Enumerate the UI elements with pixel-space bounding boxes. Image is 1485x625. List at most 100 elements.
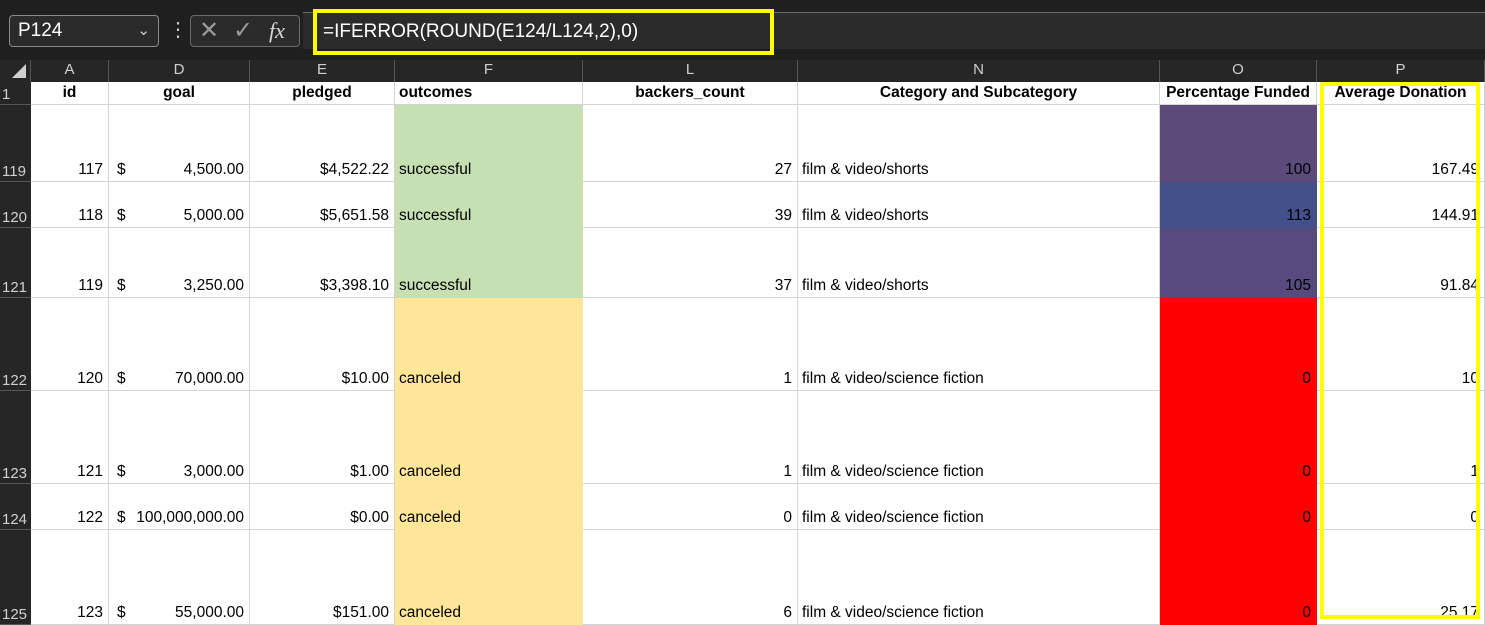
cell-goal[interactable]: $70,000.00 — [109, 298, 250, 391]
header-backers-count[interactable]: backers_count — [583, 82, 798, 105]
currency-symbol: $ — [117, 161, 126, 178]
cell-backers[interactable]: 27 — [583, 105, 798, 182]
cell-goal[interactable]: $3,000.00 — [109, 391, 250, 484]
cell-pledged[interactable]: $151.00 — [250, 530, 395, 625]
currency-symbol: $ — [117, 463, 126, 480]
cell-average-donation[interactable]: 25.17 — [1317, 530, 1485, 625]
cell-pledged[interactable]: $1.00 — [250, 391, 395, 484]
cell-goal[interactable]: $4,500.00 — [109, 105, 250, 182]
column-header-o[interactable]: O — [1160, 60, 1317, 82]
cell-goal[interactable]: $55,000.00 — [109, 530, 250, 625]
cell-category-value: film & video/shorts — [802, 207, 929, 224]
cell-id[interactable]: 123 — [31, 530, 109, 625]
cell-percentage-funded-value: 100 — [1285, 161, 1311, 178]
cell-average-donation[interactable]: 10 — [1317, 298, 1485, 391]
cell-backers-value: 37 — [774, 277, 792, 294]
cell-percentage-funded[interactable]: 0 — [1160, 530, 1317, 625]
cell-percentage-funded[interactable]: 105 — [1160, 228, 1317, 298]
cell-average-donation[interactable]: 144.91 — [1317, 182, 1485, 228]
cell-goal[interactable]: $3,250.00 — [109, 228, 250, 298]
enter-icon[interactable]: ✓ — [233, 16, 253, 46]
cell-id[interactable]: 120 — [31, 298, 109, 391]
cell-pledged[interactable]: $0.00 — [250, 484, 395, 530]
row-header-123[interactable]: 123 — [0, 391, 31, 484]
cell-id[interactable]: 118 — [31, 182, 109, 228]
cell-category[interactable]: film & video/shorts — [798, 182, 1160, 228]
formula-input[interactable]: =IFERROR(ROUND(E124/L124,2),0) — [313, 9, 774, 55]
cell-pledged-value: $1.00 — [350, 463, 389, 480]
cell-backers[interactable]: 1 — [583, 298, 798, 391]
cell-category[interactable]: film & video/science fiction — [798, 530, 1160, 625]
header-average-donation[interactable]: Average Donation — [1317, 82, 1485, 105]
cell-percentage-funded[interactable]: 113 — [1160, 182, 1317, 228]
row-header-1[interactable]: 1 — [0, 82, 31, 105]
cell-average-donation[interactable]: 167.49 — [1317, 105, 1485, 182]
cell-backers[interactable]: 39 — [583, 182, 798, 228]
cell-goal[interactable]: $100,000,000.00 — [109, 484, 250, 530]
cell-category[interactable]: film & video/science fiction — [798, 484, 1160, 530]
cell-average-donation[interactable]: 0 — [1317, 484, 1485, 530]
cell-pledged[interactable]: $10.00 — [250, 298, 395, 391]
cell-backers[interactable]: 0 — [583, 484, 798, 530]
cell-pledged[interactable]: $4,522.22 — [250, 105, 395, 182]
select-all-button[interactable] — [0, 60, 31, 82]
header-category[interactable]: Category and Subcategory — [798, 82, 1160, 105]
header-percentage-funded[interactable]: Percentage Funded — [1160, 82, 1317, 105]
cell-outcome[interactable]: successful — [395, 228, 583, 298]
cell-category[interactable]: film & video/science fiction — [798, 391, 1160, 484]
row-header-125[interactable]: 125 — [0, 530, 31, 625]
cell-percentage-funded[interactable]: 0 — [1160, 484, 1317, 530]
column-header-l[interactable]: L — [583, 60, 798, 82]
cell-outcome[interactable]: successful — [395, 105, 583, 182]
name-box[interactable]: P124 ⌄ — [9, 15, 159, 47]
cell-goal-value: 3,250.00 — [183, 277, 244, 294]
cell-category[interactable]: film & video/shorts — [798, 228, 1160, 298]
cell-outcome[interactable]: canceled — [395, 530, 583, 625]
cell-category[interactable]: film & video/shorts — [798, 105, 1160, 182]
cell-percentage-funded[interactable]: 0 — [1160, 391, 1317, 484]
cell-outcome[interactable]: canceled — [395, 391, 583, 484]
row-header-124[interactable]: 124 — [0, 484, 31, 530]
cell-pledged-value: $4,522.22 — [320, 161, 389, 178]
cell-percentage-funded[interactable]: 100 — [1160, 105, 1317, 182]
insert-function-icon[interactable]: fx — [269, 16, 285, 46]
row-header-121[interactable]: 121 — [0, 228, 31, 298]
column-header-p[interactable]: P — [1317, 60, 1485, 82]
cell-backers[interactable]: 1 — [583, 391, 798, 484]
cancel-icon[interactable]: ✕ — [199, 16, 219, 46]
chevron-down-icon[interactable]: ⌄ — [137, 16, 150, 46]
cell-outcome[interactable]: successful — [395, 182, 583, 228]
cell-id[interactable]: 122 — [31, 484, 109, 530]
more-options-icon[interactable]: ⋮ — [168, 18, 188, 42]
cell-outcome[interactable]: canceled — [395, 484, 583, 530]
row-header-122[interactable]: 122 — [0, 298, 31, 391]
cell-average-donation[interactable]: 91.84 — [1317, 228, 1485, 298]
cell-pledged[interactable]: $3,398.10 — [250, 228, 395, 298]
column-header-e[interactable]: E — [250, 60, 395, 82]
column-header-a[interactable]: A — [31, 60, 109, 82]
column-header-d[interactable]: D — [109, 60, 250, 82]
header-id[interactable]: id — [31, 82, 109, 105]
row-header-119[interactable]: 119 — [0, 105, 31, 182]
header-goal[interactable]: goal — [109, 82, 250, 105]
cell-goal[interactable]: $5,000.00 — [109, 182, 250, 228]
cell-average-donation-value: 0 — [1470, 509, 1479, 526]
cell-category-value: film & video/science fiction — [802, 604, 984, 621]
cell-id[interactable]: 119 — [31, 228, 109, 298]
column-header-f[interactable]: F — [395, 60, 583, 82]
cell-id[interactable]: 117 — [31, 105, 109, 182]
cell-id[interactable]: 121 — [31, 391, 109, 484]
cell-backers[interactable]: 6 — [583, 530, 798, 625]
cell-percentage-funded[interactable]: 0 — [1160, 298, 1317, 391]
row-header-120[interactable]: 120 — [0, 182, 31, 228]
header-pledged[interactable]: pledged — [250, 82, 395, 105]
column-header-n[interactable]: N — [798, 60, 1160, 82]
cell-backers[interactable]: 37 — [583, 228, 798, 298]
cell-average-donation-value: 10 — [1461, 370, 1479, 387]
cell-pledged[interactable]: $5,651.58 — [250, 182, 395, 228]
cell-category[interactable]: film & video/science fiction — [798, 298, 1160, 391]
cell-average-donation[interactable]: 1 — [1317, 391, 1485, 484]
header-outcomes[interactable]: outcomes — [395, 82, 583, 105]
row-number: 123 — [2, 465, 28, 482]
cell-outcome[interactable]: canceled — [395, 298, 583, 391]
